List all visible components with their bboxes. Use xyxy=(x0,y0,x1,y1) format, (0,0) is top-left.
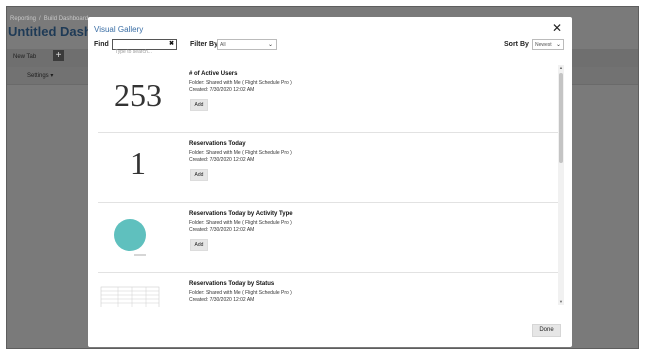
visual-thumbnail: 1 xyxy=(98,133,178,201)
pie-chart-icon xyxy=(114,219,146,256)
item-created: Created: 7/30/2020 12:02 AM xyxy=(189,157,255,163)
app-window: Reporting / Build Dashboard Untitled Dashb… xyxy=(6,6,639,349)
add-button[interactable]: Add xyxy=(190,99,208,111)
table-icon xyxy=(100,286,160,307)
sort-label: Sort By xyxy=(504,41,529,48)
item-title: Reservations Today xyxy=(189,141,246,147)
scroll-up-icon[interactable]: ▲ xyxy=(558,65,564,71)
metric-value: 1 xyxy=(130,145,146,181)
sort-select[interactable]: Newest ⌄ xyxy=(532,39,564,50)
list-item: Reservations Today by Status Folder: Sha… xyxy=(98,273,558,307)
pie-chart-thumbnail xyxy=(98,203,178,271)
item-title: Reservations Today by Status xyxy=(189,281,275,287)
visual-list: 253 # of Active Users Folder: Shared wit… xyxy=(98,63,558,307)
done-button[interactable]: Done xyxy=(532,324,561,337)
item-folder: Folder: Shared with Me ( Flight Schedule… xyxy=(189,150,292,156)
scroll-down-icon[interactable]: ▼ xyxy=(558,299,564,305)
scrollbar[interactable]: ▲ ▼ xyxy=(558,65,564,305)
search-input[interactable] xyxy=(113,47,167,57)
dialog-title: Visual Gallery xyxy=(94,25,144,34)
add-button[interactable]: Add xyxy=(190,239,208,251)
add-button[interactable]: Add xyxy=(190,169,208,181)
item-folder: Folder: Shared with Me ( Flight Schedule… xyxy=(189,80,292,86)
find-label: Find xyxy=(94,41,109,48)
search-field: ✖ xyxy=(112,39,177,57)
item-title: # of Active Users xyxy=(189,71,238,77)
scrollbar-thumb[interactable] xyxy=(559,73,563,163)
chevron-down-icon: ⌄ xyxy=(267,42,273,48)
chevron-down-icon: ⌄ xyxy=(555,42,561,48)
list-item: 253 # of Active Users Folder: Shared wit… xyxy=(98,63,558,133)
item-title: Reservations Today by Activity Type xyxy=(189,211,293,217)
breadcrumb-item[interactable]: Build Dashboard xyxy=(44,16,88,22)
list-item: 1 Reservations Today Folder: Shared with… xyxy=(98,133,558,203)
item-folder: Folder: Shared with Me ( Flight Schedule… xyxy=(189,290,292,296)
item-created: Created: 7/30/2020 12:02 AM xyxy=(189,87,255,93)
close-button[interactable]: ✕ xyxy=(552,22,562,34)
item-folder: Folder: Shared with Me ( Flight Schedule… xyxy=(189,220,292,226)
filter-select[interactable]: All ⌄ xyxy=(217,39,277,50)
breadcrumb: Reporting / Build Dashboard xyxy=(10,16,89,22)
filter-label: Filter By xyxy=(190,41,219,48)
settings-menu[interactable]: Settings ▾ xyxy=(27,72,53,79)
filter-value: All xyxy=(220,42,226,48)
table-thumbnail xyxy=(98,273,178,307)
breadcrumb-item[interactable]: Reporting xyxy=(10,16,36,22)
visual-gallery-dialog: Visual Gallery ✕ Find ✖ Filter By All ⌄ … xyxy=(88,17,572,347)
page-title: Untitled Dashb xyxy=(8,24,100,39)
add-tab-button[interactable]: + xyxy=(53,50,64,61)
clear-search-icon[interactable]: ✖ xyxy=(169,40,174,49)
item-created: Created: 7/30/2020 12:02 AM xyxy=(189,227,255,233)
metric-value: 253 xyxy=(114,77,162,113)
item-created: Created: 7/30/2020 12:02 AM xyxy=(189,297,255,303)
sort-value: Newest xyxy=(535,42,552,48)
visual-thumbnail: 253 xyxy=(98,63,178,131)
list-item: Reservations Today by Activity Type Fold… xyxy=(98,203,558,273)
tab-new-tab[interactable]: New Tab xyxy=(13,54,36,60)
